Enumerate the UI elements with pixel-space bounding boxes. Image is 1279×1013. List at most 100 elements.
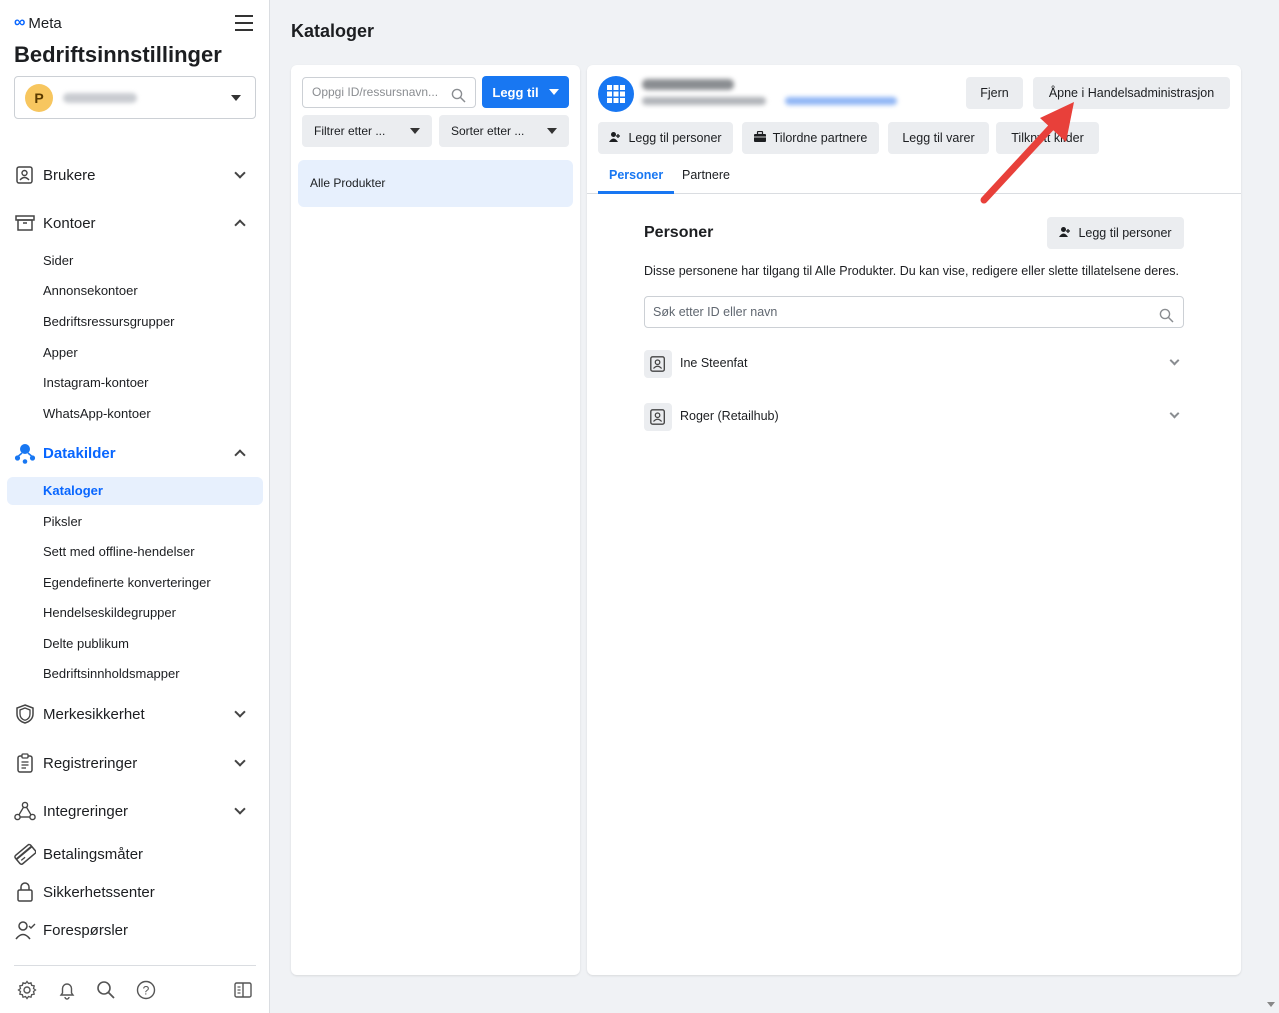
integrations-icon xyxy=(14,800,36,822)
svg-text:?: ? xyxy=(143,984,150,998)
sidebar-divider xyxy=(14,965,256,966)
nav-group-data-sources[interactable]: Datakilder xyxy=(14,441,256,465)
tab-people[interactable]: Personer xyxy=(598,161,675,194)
filter-dropdown[interactable]: Filtrer etter ... xyxy=(302,115,432,147)
chevron-down-icon xyxy=(234,706,246,718)
nav-group-label: Datakilder xyxy=(43,444,116,462)
person-name: Ine Steenfat xyxy=(680,356,748,370)
meta-infinity-icon: ∞ xyxy=(14,14,26,31)
nav-item-pages[interactable]: Sider xyxy=(43,253,73,268)
tab-bar: Personer Partnere xyxy=(587,161,1241,194)
nav-group-label: Registreringer xyxy=(43,754,138,772)
business-avatar: P xyxy=(25,83,53,112)
bell-icon[interactable] xyxy=(57,980,77,1000)
users-icon xyxy=(14,164,36,186)
asset-search-input[interactable]: Oppgi ID/ressursnavn... xyxy=(302,77,476,108)
catalog-detail-panel: Fjern Åpne i Handelsadministrasjon Legg … xyxy=(587,65,1241,975)
nav-group-label: Sikkerhetssenter xyxy=(43,883,155,901)
nav-item-shared-audiences[interactable]: Delte publikum xyxy=(43,636,129,651)
help-icon[interactable]: ? xyxy=(136,980,156,1000)
clipboard-icon xyxy=(14,752,36,774)
nav-item-pixels[interactable]: Piksler xyxy=(43,514,82,529)
catalog-owner-redacted xyxy=(642,97,766,105)
person-avatar-icon xyxy=(644,403,672,431)
add-button[interactable]: Legg til xyxy=(482,76,569,108)
nav-group-accounts[interactable]: Kontoer xyxy=(14,211,256,235)
add-button-label: Legg til xyxy=(492,84,539,100)
catalog-grid-icon xyxy=(598,76,634,112)
nav-item-offline-event-sets[interactable]: Sett med offline-hendelser xyxy=(43,544,195,559)
lock-icon xyxy=(14,881,36,903)
nav-group-security-center[interactable]: Sikkerhetssenter xyxy=(14,880,256,904)
caret-down-icon xyxy=(410,128,420,134)
accounts-icon xyxy=(14,212,36,234)
data-sources-icon xyxy=(14,442,36,464)
nav-group-label: Merkesikkerhet xyxy=(43,705,145,723)
nav-group-users[interactable]: Brukere xyxy=(14,163,256,187)
briefcase-icon xyxy=(753,130,766,145)
nav-group-brand-safety[interactable]: Merkesikkerhet xyxy=(14,702,256,726)
section-add-people-button[interactable]: Legg til personer xyxy=(1047,217,1184,249)
nav-item-apps[interactable]: Apper xyxy=(43,345,78,360)
nav-item-event-source-groups[interactable]: Hendelseskildegrupper xyxy=(43,605,176,620)
caret-down-icon xyxy=(231,95,241,101)
add-person-icon xyxy=(1059,226,1071,241)
nav-item-catalogs[interactable]: Kataloger xyxy=(7,477,263,505)
catalog-list-item[interactable]: Alle Produkter xyxy=(298,160,573,207)
assign-partners-label: Tilordne partnere xyxy=(772,131,868,145)
search-icon xyxy=(1159,304,1174,334)
caret-down-icon xyxy=(548,89,559,95)
card-icon xyxy=(14,843,36,865)
meta-logo[interactable]: ∞ Meta xyxy=(14,14,62,32)
search-icon xyxy=(451,85,466,107)
scroll-down-indicator[interactable] xyxy=(1267,1002,1275,1007)
nav-group-label: Betalingsmåter xyxy=(43,845,144,863)
nav-item-business-content-folders[interactable]: Bedriftsinnholdsmapper xyxy=(43,666,180,681)
menu-icon[interactable] xyxy=(235,15,253,31)
chevron-down-icon[interactable] xyxy=(1169,355,1180,366)
nav-item-business-asset-groups[interactable]: Bedriftsressursgrupper xyxy=(43,314,175,329)
nav-group-label: Brukere xyxy=(43,166,96,184)
person-row[interactable]: Roger (Retailhub) xyxy=(644,403,1184,431)
brand-name: Meta xyxy=(28,14,62,32)
search-icon[interactable] xyxy=(96,980,116,1000)
page-title: Kataloger xyxy=(291,21,375,41)
annotation-arrow xyxy=(980,102,1074,204)
nav-group-payment-methods[interactable]: Betalingsmåter xyxy=(14,842,256,866)
chevron-down-icon[interactable] xyxy=(1169,408,1180,419)
caret-down-icon xyxy=(547,128,557,134)
nav-group-integrations[interactable]: Integreringer xyxy=(14,799,256,823)
nav-group-requests[interactable]: Forespørsler xyxy=(14,918,256,942)
section-description: Disse personene har tilgang til Alle Pro… xyxy=(644,264,1180,278)
section-title: Personer xyxy=(644,224,714,241)
person-avatar-icon xyxy=(644,350,672,378)
add-person-icon xyxy=(609,131,621,146)
add-people-button[interactable]: Legg til personer xyxy=(598,122,733,154)
catalog-id-redacted xyxy=(785,97,897,105)
sort-dropdown[interactable]: Sorter etter ... xyxy=(439,115,569,147)
assign-partners-button[interactable]: Tilordne partnere xyxy=(742,122,879,154)
chevron-up-icon xyxy=(234,449,246,461)
nav-group-label: Forespørsler xyxy=(43,921,129,939)
tab-partners[interactable]: Partnere xyxy=(682,161,730,194)
filter-label: Filtrer etter ... xyxy=(314,124,386,138)
business-selector[interactable]: P xyxy=(14,76,256,119)
shield-icon xyxy=(14,703,36,725)
people-search-input[interactable]: Søk etter ID eller navn xyxy=(644,296,1184,328)
chevron-down-icon xyxy=(234,167,246,179)
nav-item-whatsapp-accounts[interactable]: WhatsApp-kontoer xyxy=(43,406,151,421)
business-name-redacted xyxy=(63,92,137,103)
nav-group-label: Integreringer xyxy=(43,802,129,820)
person-row[interactable]: Ine Steenfat xyxy=(644,350,1184,378)
nav-group-registrations[interactable]: Registreringer xyxy=(14,751,256,775)
catalog-list-panel: Oppgi ID/ressursnavn... Legg til Filtrer… xyxy=(291,65,580,975)
settings-gear-icon[interactable] xyxy=(17,980,37,1000)
nav-item-instagram-accounts[interactable]: Instagram-kontoer xyxy=(43,375,149,390)
sidebar: ∞ Meta Bedriftsinnstillinger P Brukere K… xyxy=(0,0,270,1013)
chevron-up-icon xyxy=(234,219,246,231)
panel-toggle-icon[interactable] xyxy=(233,980,253,1000)
nav-item-custom-conversions[interactable]: Egendefinerte konverteringer xyxy=(43,575,211,590)
nav-group-label: Kontoer xyxy=(43,214,96,232)
nav-item-ad-accounts[interactable]: Annonsekontoer xyxy=(43,283,138,298)
chevron-down-icon xyxy=(234,755,246,767)
